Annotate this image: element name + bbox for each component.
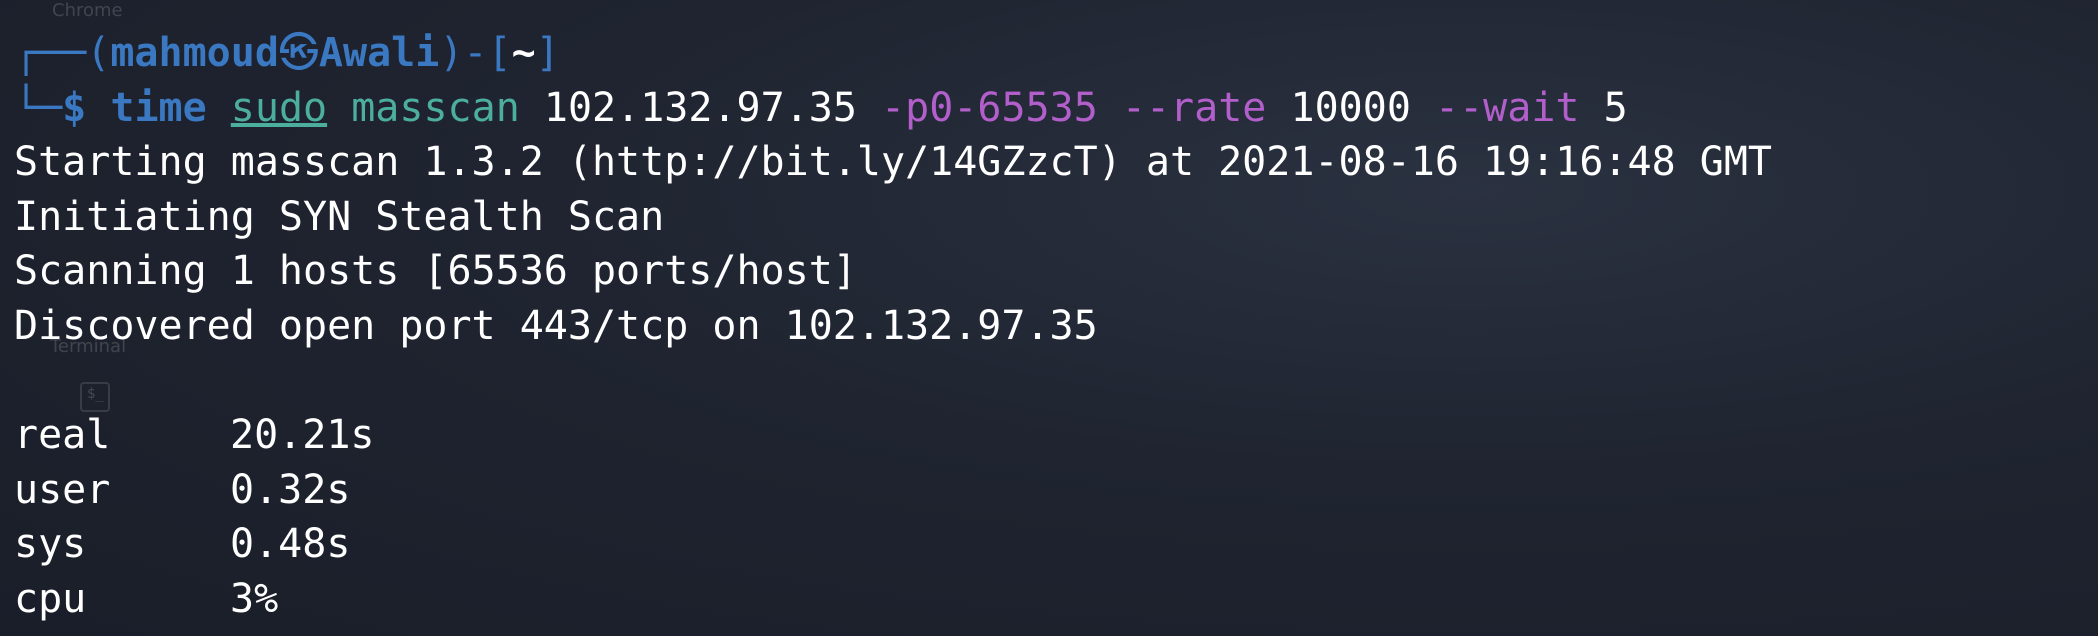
timing-row-user: user 0.32s xyxy=(14,463,1772,518)
cmd-time: time xyxy=(110,84,207,131)
prompt-dollar: $ xyxy=(62,84,87,131)
timing-row-sys: sys 0.48s xyxy=(14,517,1772,572)
timing-value: 3% xyxy=(230,575,279,622)
output-line: Initiating SYN Stealth Scan xyxy=(14,193,665,240)
cmd-program: masscan xyxy=(351,84,520,131)
cmd-wait-value: 5 xyxy=(1603,84,1628,131)
prompt-frame-mid: )-[ xyxy=(439,30,512,76)
prompt-frame-end: ] xyxy=(535,30,560,76)
prompt-user: mahmoud xyxy=(110,30,279,76)
cmd-wait-flag: --wait xyxy=(1435,84,1580,131)
timing-label: user xyxy=(14,466,111,513)
output-line: Scanning 1 hosts [65536 ports/host] xyxy=(14,248,857,295)
timing-value: 0.32s xyxy=(230,466,351,513)
timing-label: cpu xyxy=(14,575,87,622)
cmd-target: 102.132.97.35 xyxy=(543,84,857,131)
timing-value: 0.48s xyxy=(230,521,351,568)
terminal-output: ┌──(mahmoud㉿Awali)-[~] └─$ time sudo mas… xyxy=(14,26,1772,627)
timing-label: sys xyxy=(14,521,87,568)
command-line[interactable]: └─$ time sudo masscan 102.132.97.35 -p0-… xyxy=(14,81,1772,136)
output-line: Starting masscan 1.3.2 (http://bit.ly/14… xyxy=(14,139,1772,186)
ghost-chrome-label: Chrome xyxy=(52,0,123,21)
cmd-sudo: sudo xyxy=(230,84,328,131)
cmd-rate-value: 10000 xyxy=(1290,84,1411,131)
kali-skull-icon: ㉿ xyxy=(278,30,319,76)
prompt-host: Awali xyxy=(318,30,440,76)
prompt-cwd: ~ xyxy=(511,30,536,76)
prompt-line-top: ┌──(mahmoud㉿Awali)-[~] xyxy=(14,26,1772,81)
output-line: Discovered open port 443/tcp on 102.132.… xyxy=(14,302,1098,349)
prompt-frame-top: ┌──( xyxy=(14,30,111,76)
timing-row-cpu: cpu 3% xyxy=(14,572,1772,627)
timing-row-real: real 20.21s xyxy=(14,408,1772,463)
prompt-frame-bottom: └─ xyxy=(14,84,63,131)
cmd-rate-flag: --rate xyxy=(1121,84,1267,131)
cmd-ports-flag: -p0-65535 xyxy=(881,84,1098,131)
output-line-blank xyxy=(14,354,1772,409)
timing-label: real xyxy=(14,412,111,459)
terminal-window[interactable]: Chrome $_ Terminal ┌──(mahmoud㉿Awali)-[~… xyxy=(0,0,2098,636)
timing-value: 20.21s xyxy=(230,412,375,459)
